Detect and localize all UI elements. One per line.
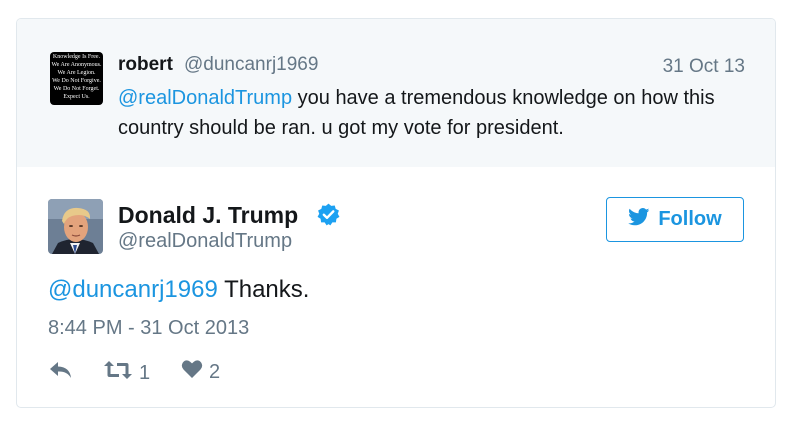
avatar-text-line: We Do Not Forgive. <box>52 78 101 84</box>
retweet-button[interactable]: 1 <box>103 359 150 387</box>
tweet-text: @duncanrj1969 Thanks. <box>48 276 309 304</box>
avatar-text-line: Expect Us. <box>63 94 90 100</box>
retweet-icon <box>103 359 133 387</box>
reply-mention-link[interactable]: @realDonaldTrump <box>118 87 292 109</box>
avatar-text-line: We Are Legion. <box>57 70 96 76</box>
author-handle[interactable]: @realDonaldTrump <box>118 230 292 253</box>
reply-text: @realDonaldTrump you have a tremendous k… <box>118 83 738 143</box>
retweet-count: 1 <box>139 361 151 384</box>
twitter-bird-icon <box>628 207 650 232</box>
tweet-timestamp[interactable]: 8:44 PM - 31 Oct 2013 <box>48 317 249 340</box>
reply-author-handle[interactable]: @duncanrj1969 <box>184 54 318 76</box>
heart-icon <box>181 359 203 385</box>
verified-badge-icon <box>316 202 341 227</box>
tweet-embed-card: Knowledge Is Free. We Are Anonymous. We … <box>16 18 776 408</box>
parent-tweet[interactable]: Knowledge Is Free. We Are Anonymous. We … <box>17 19 775 167</box>
author-avatar[interactable] <box>48 199 103 254</box>
like-button[interactable]: 2 <box>181 359 220 385</box>
reply-author-name[interactable]: robert <box>118 54 173 76</box>
author-name[interactable]: Donald J. Trump <box>118 202 298 229</box>
tweet-body: Thanks. <box>217 276 310 303</box>
like-count: 2 <box>209 360 221 383</box>
follow-label: Follow <box>658 208 722 230</box>
follow-button[interactable]: Follow <box>606 197 744 242</box>
tweet-mention-link[interactable]: @duncanrj1969 <box>48 276 218 303</box>
reply-icon <box>48 359 74 387</box>
reply-button[interactable] <box>48 359 74 387</box>
avatar-text-line: We Do Not Forget. <box>53 86 100 92</box>
avatar-text-line: We Are Anonymous. <box>51 62 102 68</box>
avatar-text-line: Knowledge Is Free. <box>52 54 101 60</box>
reply-avatar[interactable]: Knowledge Is Free. We Are Anonymous. We … <box>50 52 103 105</box>
reply-date[interactable]: 31 Oct 13 <box>663 56 745 78</box>
